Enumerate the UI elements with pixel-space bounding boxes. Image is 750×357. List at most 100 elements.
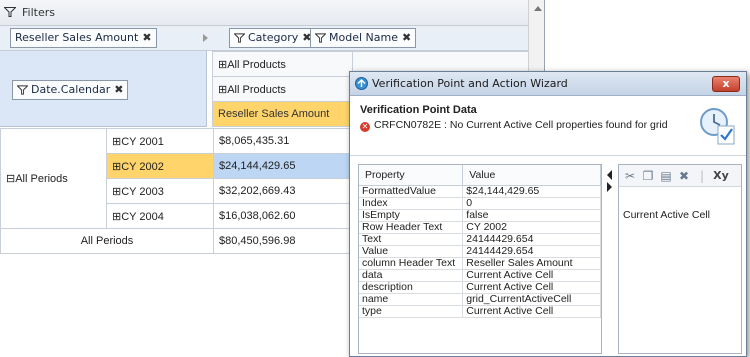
- column-header-label: All Products: [227, 83, 286, 96]
- grand-total-header[interactable]: All Periods: [0, 228, 214, 254]
- chip-label: Date.Calendar: [31, 83, 111, 96]
- separator: |: [699, 169, 705, 183]
- wizard-title: Verification Point and Action Wizard: [372, 77, 568, 90]
- property-row[interactable]: IsEmpty false: [359, 209, 601, 222]
- value-cell[interactable]: $16,038,062.60: [213, 203, 354, 229]
- grand-total-value[interactable]: $80,450,596.98: [213, 228, 354, 254]
- value-column-header[interactable]: Value: [462, 165, 601, 186]
- panel-splitter[interactable]: [606, 164, 616, 354]
- row-header-cy-2003[interactable]: ⊞CY 2003: [106, 178, 214, 204]
- verification-point-wizard: Verification Point and Action Wizard x V…: [349, 71, 747, 357]
- property-key: Index: [359, 197, 464, 210]
- actions-panel: ✂ ❐ ▤ ✖ | Xy Current Active Cell: [618, 164, 742, 354]
- property-value: 0: [462, 197, 601, 210]
- property-row[interactable]: type Current Active Cell: [359, 305, 601, 318]
- properties-body: FormattedValue $24,144,429.65 Index 0 IsEmpt…: [359, 185, 601, 318]
- column-header-label: All Products: [227, 58, 286, 71]
- error-message: ✕ CRFCN0782E : No Current Active Cell pro…: [360, 119, 668, 132]
- column-header-cell[interactable]: ⊞All Products: [212, 51, 353, 77]
- section-title: Verification Point Data: [360, 104, 477, 116]
- copy-icon[interactable]: ❐: [641, 169, 655, 183]
- row-header-cy-2001[interactable]: ⊞CY 2001: [106, 128, 214, 154]
- close-button[interactable]: x: [712, 76, 740, 92]
- property-row[interactable]: FormattedValue $24,144,429.65: [359, 185, 601, 198]
- remove-icon[interactable]: ✖: [402, 31, 411, 44]
- property-row[interactable]: description Current Active Cell: [359, 281, 601, 294]
- property-row[interactable]: column Header Text Reseller Sales Amount: [359, 257, 601, 270]
- filter-icon: [4, 7, 16, 17]
- scroll-up-icon[interactable]: [534, 6, 542, 11]
- property-key: FormattedValue: [359, 185, 464, 198]
- collapse-right-icon[interactable]: [607, 182, 612, 192]
- property-value: Current Active Cell: [462, 269, 601, 282]
- property-value: 24144429.654: [462, 233, 601, 246]
- verification-point-header: Verification Point Data ✕ CRFCN0782E : No…: [350, 96, 746, 156]
- column-field-chip-model-name[interactable]: Model Name ✖: [310, 28, 417, 48]
- row-dimension-chip-date-calendar[interactable]: Date.Calendar ✖: [12, 80, 129, 100]
- error-icon: ✕: [360, 122, 370, 132]
- filter-icon: [16, 85, 29, 95]
- row-header-label: CY 2002: [121, 160, 164, 173]
- property-value: 24144429.654: [462, 245, 601, 258]
- field-drop-row: Reseller Sales Amount ✖ Category ✖ Model N…: [0, 26, 528, 51]
- row-header-cy-2004[interactable]: ⊞CY 2004: [106, 203, 214, 229]
- delete-icon[interactable]: ✖: [677, 169, 691, 183]
- property-key: name: [359, 293, 464, 306]
- collapse-left-icon[interactable]: [607, 170, 612, 180]
- filters-label: Filters: [22, 6, 55, 19]
- column-header-cell[interactable]: ⊞All Products: [212, 76, 353, 102]
- remove-icon[interactable]: ✖: [142, 31, 151, 44]
- property-value: Reseller Sales Amount: [462, 257, 601, 270]
- active-value-cell[interactable]: $24,144,429.65: [213, 153, 354, 179]
- property-value: false: [462, 209, 601, 222]
- property-row[interactable]: Text 24144429.654: [359, 233, 601, 246]
- properties-table: Property Value FormattedValue $24,144,429…: [359, 165, 601, 318]
- property-key: IsEmpty: [359, 209, 464, 222]
- property-row[interactable]: Value 24144429.654: [359, 245, 601, 258]
- measure-header[interactable]: Reseller Sales Amount: [212, 101, 353, 127]
- filter-icon: [314, 33, 327, 43]
- property-row[interactable]: Row Header Text CY 2002: [359, 221, 601, 234]
- row-field-chip-reseller-sales-amount[interactable]: Reseller Sales Amount ✖: [10, 28, 157, 48]
- expand-arrow-icon[interactable]: [203, 34, 208, 42]
- row-group-label: All Periods: [15, 173, 68, 185]
- property-key: Value: [359, 245, 464, 258]
- property-row[interactable]: Index 0: [359, 197, 601, 210]
- property-value: $24,144,429.65: [462, 185, 601, 198]
- property-row[interactable]: name grid_CurrentActiveCell: [359, 293, 601, 306]
- property-column-header[interactable]: Property: [359, 165, 464, 186]
- property-key: Row Header Text: [359, 221, 464, 234]
- verification-clock-icon: [700, 108, 735, 145]
- properties-panel: Property Value FormattedValue $24,144,429…: [358, 164, 602, 354]
- cut-icon[interactable]: ✂: [623, 169, 637, 183]
- xy-icon[interactable]: Xy: [711, 169, 731, 183]
- row-header-label: CY 2001: [121, 135, 164, 148]
- actions-toolbar: ✂ ❐ ▤ ✖ | Xy: [619, 165, 741, 187]
- filter-icon: [233, 33, 246, 43]
- property-key: Text: [359, 233, 464, 246]
- close-icon: x: [722, 77, 730, 90]
- property-value: Current Active Cell: [462, 281, 601, 294]
- wizard-app-icon: [355, 77, 368, 90]
- property-key: description: [359, 281, 464, 294]
- row-group-header[interactable]: ⊟All Periods: [0, 128, 107, 229]
- property-key: data: [359, 269, 464, 282]
- row-header-cy-2002[interactable]: ⊞CY 2002: [106, 153, 214, 179]
- value-cell[interactable]: $8,065,435.31: [213, 128, 354, 154]
- value-cell[interactable]: $32,202,669.43: [213, 178, 354, 204]
- column-field-chip-category[interactable]: Category ✖: [229, 28, 317, 48]
- row-header-label: CY 2004: [121, 210, 164, 223]
- chip-label: Model Name: [329, 31, 398, 44]
- remove-icon[interactable]: ✖: [114, 83, 123, 96]
- wizard-title-bar[interactable]: Verification Point and Action Wizard x: [350, 72, 746, 96]
- property-row[interactable]: data Current Active Cell: [359, 269, 601, 282]
- error-text: CRFCN0782E : No Current Active Cell prop…: [374, 119, 668, 131]
- chip-label: Reseller Sales Amount: [15, 31, 139, 44]
- property-value: grid_CurrentActiveCell: [462, 293, 601, 306]
- row-header-label: CY 2003: [121, 185, 164, 198]
- property-key: type: [359, 305, 464, 318]
- filters-bar[interactable]: Filters: [0, 0, 528, 26]
- property-value: Current Active Cell: [462, 305, 601, 318]
- action-list-item[interactable]: Current Active Cell: [623, 209, 710, 221]
- paste-icon[interactable]: ▤: [659, 169, 673, 183]
